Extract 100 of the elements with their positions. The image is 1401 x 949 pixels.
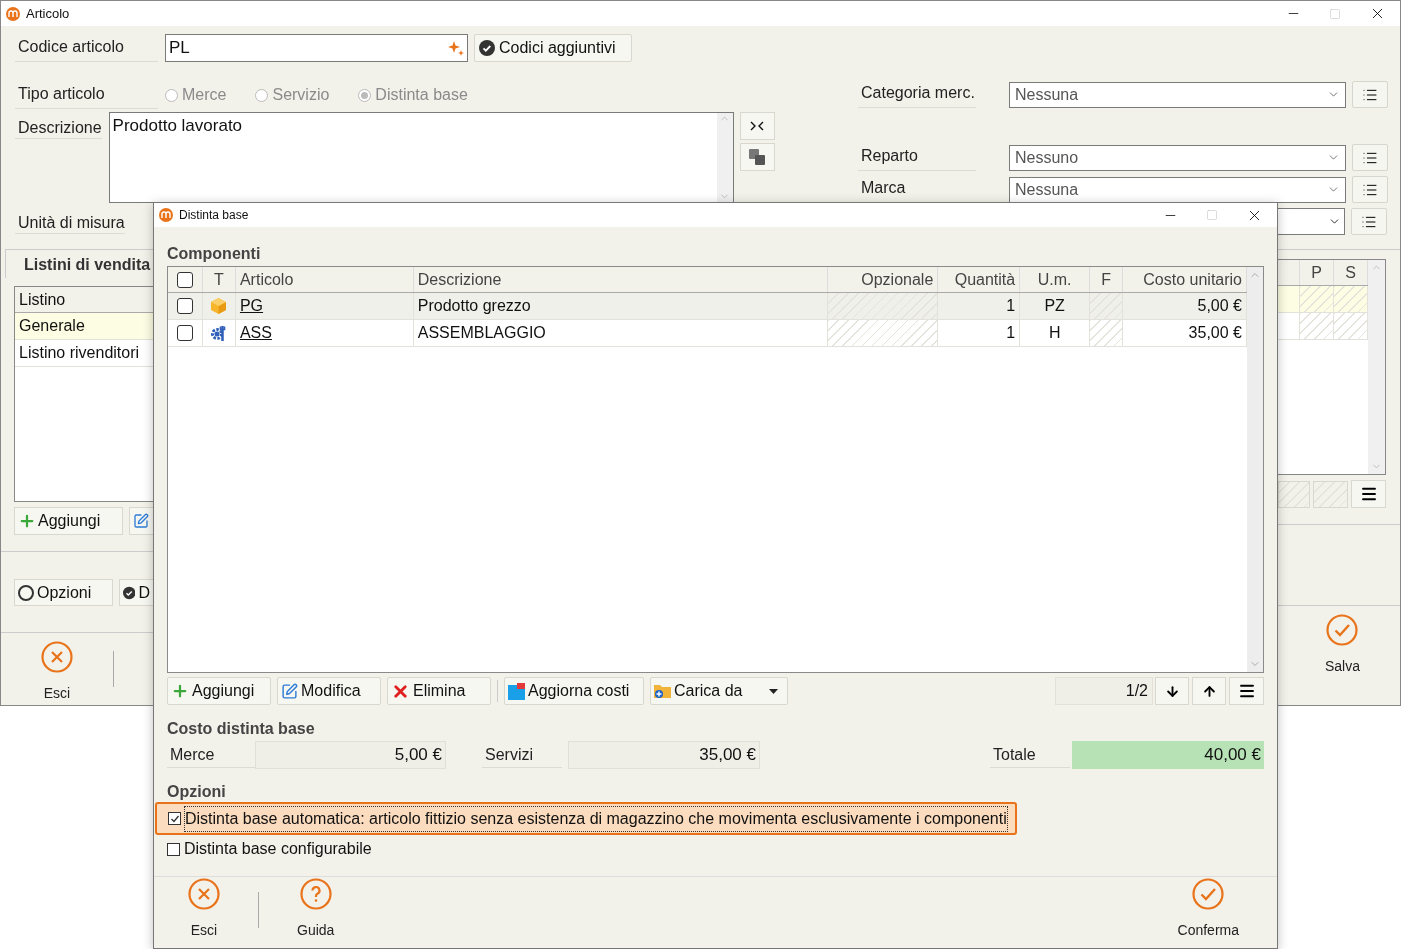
- folder-icon: [654, 683, 671, 699]
- menu-icon: [1237, 682, 1256, 700]
- plus-icon: [171, 682, 189, 700]
- gear-wrench-icon: [210, 324, 228, 342]
- check-circle-icon: [123, 584, 136, 601]
- total-label: Totale: [990, 742, 1070, 768]
- check-icon: [1326, 614, 1359, 646]
- select-all-checkbox[interactable]: [177, 271, 193, 288]
- option-checkbox[interactable]: Distinta base automatica: articolo fittizio senza esistenza di magazzino che movimenta esclusivamente i componenti: [155, 802, 1017, 835]
- list-row[interactable]: Generale: [15, 313, 153, 340]
- app-logo-icon: [159, 208, 173, 222]
- help-button[interactable]: Guida: [293, 878, 339, 941]
- refresh-costs-icon: [508, 682, 525, 700]
- table-cell: ASSEMBLAGGIO: [413, 320, 829, 346]
- edit-button[interactable]: [129, 507, 153, 535]
- option-button[interactable]: Opzioni: [14, 579, 113, 606]
- check-icon: [169, 813, 180, 824]
- article-link[interactable]: PG: [239, 294, 264, 318]
- menu-button[interactable]: [1351, 480, 1386, 508]
- exit-button[interactable]: Esci: [37, 641, 77, 704]
- field-label: Codice articolo: [15, 34, 158, 62]
- cost-field: 5,00 €: [255, 741, 446, 769]
- window-title: Articolo: [26, 4, 70, 23]
- arrow-down-icon: [1164, 683, 1180, 699]
- edit-icon: [133, 513, 150, 529]
- toolbar-button[interactable]: Aggiorna costi: [504, 677, 644, 705]
- dropdown-field[interactable]: [1278, 208, 1345, 235]
- list-button[interactable]: [1352, 81, 1388, 108]
- menu-icon: [1359, 485, 1378, 503]
- column-header[interactable]: P: [1300, 260, 1334, 285]
- field-label: Categoria merc.: [858, 81, 976, 108]
- column-header[interactable]: Articolo: [235, 267, 414, 292]
- list-button[interactable]: [1352, 144, 1388, 171]
- toolbar-button[interactable]: Aggiungi: [167, 677, 271, 705]
- collapse-icon: [750, 121, 765, 131]
- list-button[interactable]: [1352, 176, 1388, 203]
- exit-icon: [188, 878, 220, 910]
- check-icon: [1192, 878, 1225, 910]
- sparkle-icon: [448, 40, 464, 56]
- column-header[interactable]: T: [202, 267, 236, 292]
- page-counter: 1/2: [1055, 677, 1153, 705]
- description-textarea[interactable]: Prodotto lavorato: [108, 112, 734, 203]
- table-cell: H: [1020, 320, 1091, 346]
- dropdown-field[interactable]: Nessuna: [1009, 81, 1346, 108]
- menu-button[interactable]: [1229, 677, 1264, 705]
- field-label: Tipo articolo: [15, 81, 158, 109]
- field-label: Descrizione: [15, 119, 102, 139]
- column-header[interactable]: F: [1090, 267, 1124, 292]
- edit-icon: [281, 682, 298, 700]
- list-button[interactable]: [1351, 208, 1387, 235]
- toolbar-button[interactable]: Modifica: [277, 677, 381, 705]
- exit-icon: [41, 641, 73, 673]
- table-row[interactable]: ASS ASSEMBLAGGIO 1 H 35,00 €: [168, 320, 1247, 347]
- section-heading: Opzioni: [167, 782, 227, 802]
- section-heading: Componenti: [167, 244, 262, 264]
- table-cell: Prodotto grezzo: [413, 293, 829, 319]
- move-down-button[interactable]: [1155, 677, 1189, 705]
- save-button[interactable]: Salva: [1320, 614, 1364, 705]
- column-header[interactable]: Quantità: [938, 267, 1021, 292]
- disabled-field: [1278, 480, 1310, 508]
- cube-icon: [211, 298, 227, 314]
- dialog-title: Distinta base: [179, 207, 249, 224]
- additional-codes-button[interactable]: Codici aggiuntivi: [474, 34, 632, 62]
- add-button[interactable]: Aggiungi: [14, 507, 124, 535]
- article-link[interactable]: ASS: [239, 321, 272, 345]
- app-logo-icon: [6, 6, 20, 21]
- table-row[interactable]: PG Prodotto grezzo 1 PZ 5,00 €: [168, 293, 1247, 320]
- table-cell: 5,00 €: [1123, 293, 1247, 319]
- table-cell: 35,00 €: [1123, 320, 1247, 346]
- radio-icon: [18, 584, 34, 601]
- dropdown-field[interactable]: Nessuna: [1009, 176, 1346, 203]
- toolbar-button[interactable]: Elimina: [387, 677, 491, 705]
- translate-button[interactable]: [739, 143, 775, 171]
- option-checkbox[interactable]: Distinta base configurabile: [167, 837, 372, 861]
- column-header[interactable]: U.m.: [1020, 267, 1091, 292]
- field-label: Reparto: [858, 144, 976, 171]
- tab[interactable]: Listini di vendita: [6, 250, 153, 278]
- toolbar-button[interactable]: Carica da: [650, 677, 788, 705]
- dropdown-field[interactable]: Nessuno: [1009, 144, 1346, 171]
- exit-button[interactable]: Esci: [184, 878, 224, 941]
- row-checkbox[interactable]: [177, 325, 193, 341]
- check-circle-icon: [479, 40, 495, 56]
- confirm-button[interactable]: Conferma: [1173, 878, 1243, 941]
- option-button[interactable]: D: [119, 579, 153, 606]
- column-header[interactable]: Opzionale: [828, 267, 939, 292]
- help-icon: [299, 878, 332, 910]
- collapse-button[interactable]: [739, 112, 775, 140]
- total-field: 40,00 €: [1072, 741, 1264, 769]
- move-up-button[interactable]: [1192, 677, 1226, 705]
- row-checkbox[interactable]: [177, 298, 193, 314]
- table-cell: 1: [938, 293, 1021, 319]
- section-heading: Costo distinta base: [167, 719, 316, 739]
- column-header[interactable]: Descrizione: [413, 267, 829, 292]
- plus-icon: [18, 512, 36, 530]
- column-header[interactable]: Listino: [15, 287, 153, 313]
- caret-icon: [769, 688, 778, 694]
- cost-label: Servizi: [482, 742, 562, 768]
- field-label: Unità di misura: [15, 214, 125, 234]
- code-input[interactable]: PL: [165, 34, 468, 62]
- disabled-field: [1313, 480, 1348, 508]
